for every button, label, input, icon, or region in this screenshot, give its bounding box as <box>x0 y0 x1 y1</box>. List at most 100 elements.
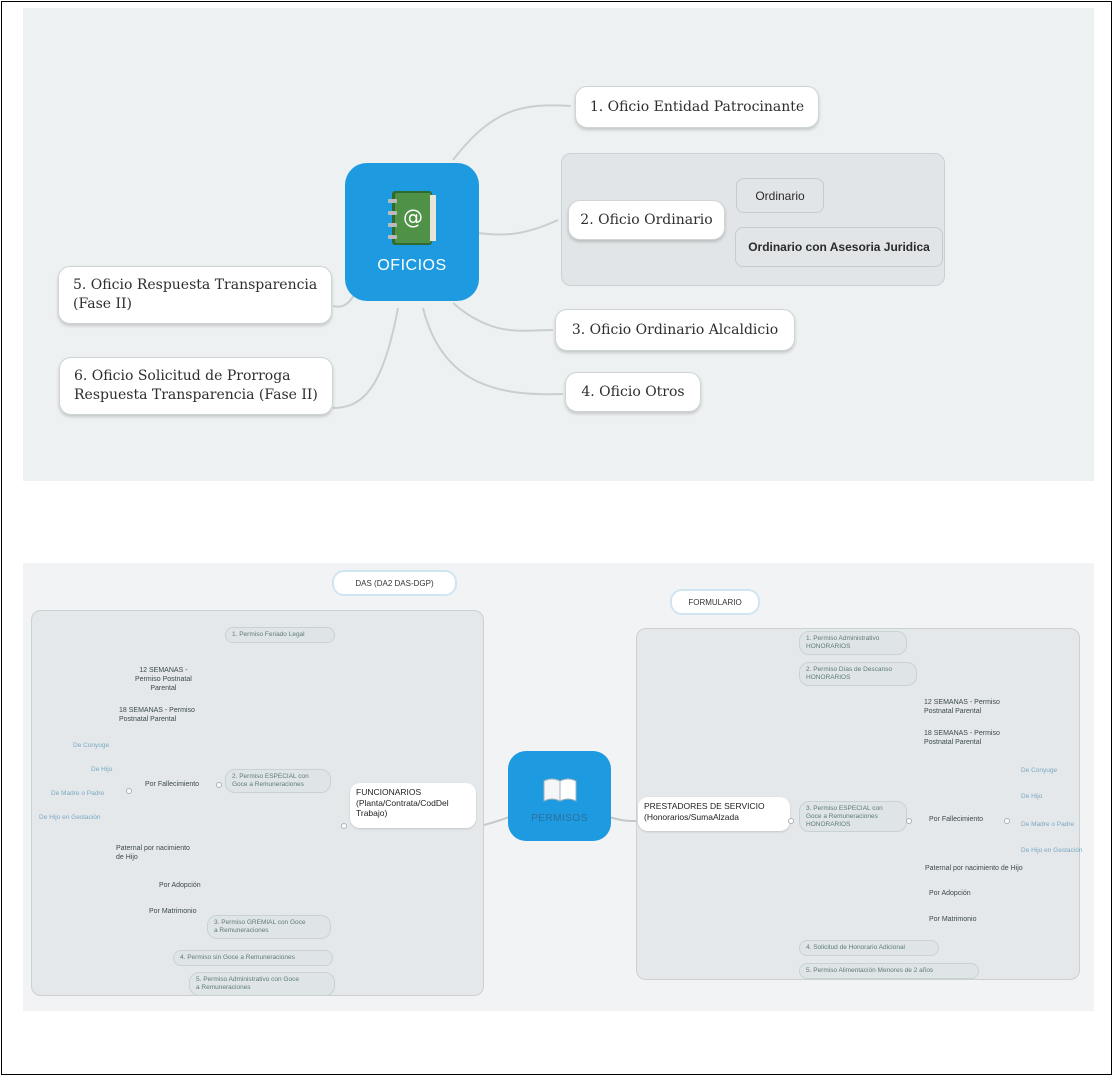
node-label: 4. Oficio Otros <box>581 384 685 400</box>
left-por-fallecimiento[interactable]: Por Fallecimiento <box>145 781 199 790</box>
text-label: Por Matrimonio <box>149 908 197 915</box>
pill-line1: 2. Permiso Días de Descanso <box>806 666 892 673</box>
permisos-hub[interactable]: PERMISOS <box>508 751 611 841</box>
text-label: Por Adopción <box>929 890 971 897</box>
open-book-icon <box>543 778 576 802</box>
pill-line1: 1. Permiso Administrativo <box>806 635 880 642</box>
left-permiso-sin-goce[interactable]: 4. Permiso sin Goce a Remuneraciones <box>173 950 333 966</box>
pill-label: 4. Solicitud de Honorario Adicional <box>806 944 906 951</box>
pill-line1: 3. Permiso ESPECIAL con <box>806 805 883 812</box>
pill-label: 5. Permiso Alimentación Menores de 2 año… <box>806 967 934 974</box>
formulario-tag: FORMULARIO <box>670 589 760 615</box>
oficio-otros-node[interactable]: 4. Oficio Otros <box>565 372 701 412</box>
left-de-madre-o-padre[interactable]: De Madre o Padre <box>51 790 104 797</box>
node-label: 2. Oficio Ordinario <box>580 212 713 228</box>
left-paternal[interactable]: Paternal por nacimiento de Hijo <box>116 845 190 863</box>
right-permiso-alimentacion[interactable]: 5. Permiso Alimentación Menores de 2 año… <box>799 963 979 979</box>
connector-dot <box>216 782 222 788</box>
text-line2: de Hijo <box>116 853 138 861</box>
text-line1: 12 SEMANAS - Permiso <box>924 699 1000 706</box>
oficios-mindmap-panel: @ OFICIOS 1. Oficio Entidad Patrocinante… <box>23 8 1094 481</box>
ordinario-subnode[interactable]: Ordinario <box>736 178 824 213</box>
node-label-line2: (Fase II) <box>73 296 133 312</box>
text-label: Por Fallecimiento <box>145 781 200 788</box>
permisos-mindmap-panel: DAS (DA2 DAS-DGP) FORMULARIO PERMISOS FU… <box>23 563 1094 1011</box>
address-book-icon: @ <box>388 191 436 245</box>
pill-line2: HONORARIOS <box>806 642 851 650</box>
left-de-hijo[interactable]: De Hijo <box>91 766 112 773</box>
right-de-conyuge[interactable]: De Conyuge <box>1021 767 1057 774</box>
oficio-respuesta-transparencia-node[interactable]: 5. Oficio Respuesta Transparencia (Fase … <box>58 266 332 324</box>
left-permiso-especial[interactable]: 2. Permiso ESPECIAL con Goce a Remunerac… <box>225 769 331 793</box>
left-de-conyuge[interactable]: De Conyuge <box>73 742 109 749</box>
connector-dot <box>341 823 347 829</box>
left-permiso-feriado-legal[interactable]: 1. Permiso Feriado Legal <box>225 627 335 643</box>
right-permiso-administrativo[interactable]: 1. Permiso Administrativo HONORARIOS <box>799 631 907 655</box>
formulario-tag-label: FORMULARIO <box>688 597 742 607</box>
node-label: 1. Oficio Entidad Patrocinante <box>589 99 805 115</box>
pill-line1: 5. Permiso Administrativo con Goce <box>196 976 299 983</box>
permisos-hub-label: PERMISOS <box>531 813 588 824</box>
oficios-hub-label: OFICIOS <box>377 257 447 274</box>
root-line1: PRESTADORES DE SERVICIO <box>644 801 765 811</box>
connector-dot <box>126 788 132 794</box>
text-label: Paternal por nacimiento de Hijo <box>925 865 1023 872</box>
pill-line1: 2. Permiso ESPECIAL con <box>232 773 309 780</box>
link-hub-to-n2 <box>477 219 559 236</box>
right-por-matrimonio[interactable]: Por Matrimonio <box>929 916 976 925</box>
right-paternal[interactable]: Paternal por nacimiento de Hijo <box>925 865 1023 874</box>
oficio-ordinario-node[interactable]: 2. Oficio Ordinario <box>568 200 725 240</box>
pill-label: 1. Permiso Feriado Legal <box>232 631 305 638</box>
root-line2: (Honorarios/SumaAlzada <box>644 811 739 822</box>
right-por-fallecimiento[interactable]: Por Fallecimiento <box>929 816 983 825</box>
link-hub-to-n1 <box>452 104 572 161</box>
pill-line2: HONORARIOS <box>806 673 851 681</box>
right-18-semanas[interactable]: 18 SEMANAS - Permiso Postnatal Parental <box>924 730 1000 748</box>
link-hub-to-n4 <box>422 307 564 396</box>
oficio-entidad-patrocinante-node[interactable]: 1. Oficio Entidad Patrocinante <box>575 86 819 128</box>
right-12-semanas[interactable]: 12 SEMANAS - Permiso Postnatal Parental <box>924 699 1000 717</box>
node-label-line2: Respuesta Transparencia (Fase II) <box>74 387 318 403</box>
text-line1: 18 SEMANAS - Permiso <box>924 730 1000 737</box>
pill-line3: HONORARIOS <box>806 820 851 828</box>
pill-line1: 3. Permiso GREMIAL con Goce <box>214 919 306 926</box>
text-line2: Postnatal Parental <box>119 715 177 723</box>
node-label-line1: 6. Oficio Solicitud de Prorroga <box>74 368 291 385</box>
root-line3: Trabajo) <box>356 808 388 819</box>
left-de-hijo-en-gestacion[interactable]: De Hijo en Gestación <box>39 814 100 821</box>
text-label: Por Matrimonio <box>929 916 977 923</box>
left-12-semanas[interactable]: 12 SEMANAS - Permiso Postnatal Parental <box>135 667 192 693</box>
prestadores-root-node[interactable]: PRESTADORES DE SERVICIO (Honorarios/Suma… <box>638 797 790 831</box>
left-permiso-gremial[interactable]: 3. Permiso GREMIAL con Goce a Remuneraci… <box>207 915 331 939</box>
das-tag: DAS (DA2 DAS-DGP) <box>332 570 457 596</box>
funcionarios-root-node[interactable]: FUNCIONARIOS (Planta/Contrata/CodDel Tra… <box>350 783 476 828</box>
oficio-solicitud-prorroga-node[interactable]: 6. Oficio Solicitud de Prorroga Respuest… <box>59 357 333 415</box>
pill-line2: a Remuneraciones <box>196 983 251 991</box>
oficios-hub[interactable]: @ OFICIOS <box>345 163 479 301</box>
connector-dot <box>906 818 912 824</box>
right-permiso-especial[interactable]: 3. Permiso ESPECIAL con Goce a Remunerac… <box>799 801 907 833</box>
right-permiso-dias-descanso[interactable]: 2. Permiso Días de Descanso HONORARIOS <box>799 662 917 686</box>
text-line1: 18 SEMANAS - Permiso <box>119 707 195 714</box>
root-line2: (Planta/Contrata/CodDel <box>356 797 449 808</box>
svg-text:@: @ <box>403 205 423 229</box>
connector-dot <box>1004 818 1010 824</box>
left-por-matrimonio[interactable]: Por Matrimonio <box>149 908 196 917</box>
das-tag-label: DAS (DA2 DAS-DGP) <box>355 578 434 588</box>
root-line1: FUNCIONARIOS <box>356 787 422 797</box>
right-por-adopcion[interactable]: Por Adopción <box>929 890 971 899</box>
oficio-ordinario-alcaldicio-node[interactable]: 3. Oficio Ordinario Alcaldicio <box>555 309 795 351</box>
ordinario-asesoria-juridica-subnode[interactable]: Ordinario con Asesoria Juridica <box>735 227 943 267</box>
left-permiso-administrativo[interactable]: 5. Permiso Administrativo con Goce a Rem… <box>189 972 335 996</box>
subnode-label: Ordinario con Asesoria Juridica <box>748 240 930 254</box>
text-line1: 12 SEMANAS - <box>139 667 188 674</box>
connector-dot <box>788 818 794 824</box>
left-18-semanas[interactable]: 18 SEMANAS - Permiso Postnatal Parental <box>119 707 195 725</box>
right-de-hijo[interactable]: De Hijo <box>1021 793 1042 800</box>
right-de-madre-o-padre[interactable]: De Madre o Padre <box>1021 821 1074 828</box>
left-por-adopcion[interactable]: Por Adopción <box>159 882 201 891</box>
right-solicitud-honorario-adicional[interactable]: 4. Solicitud de Honorario Adicional <box>799 940 939 956</box>
text-line2: Postnatal Parental <box>924 738 982 746</box>
right-de-hijo-en-gestacion[interactable]: De Hijo en Gestación <box>1021 847 1082 854</box>
pill-label: 4. Permiso sin Goce a Remuneraciones <box>180 954 295 961</box>
